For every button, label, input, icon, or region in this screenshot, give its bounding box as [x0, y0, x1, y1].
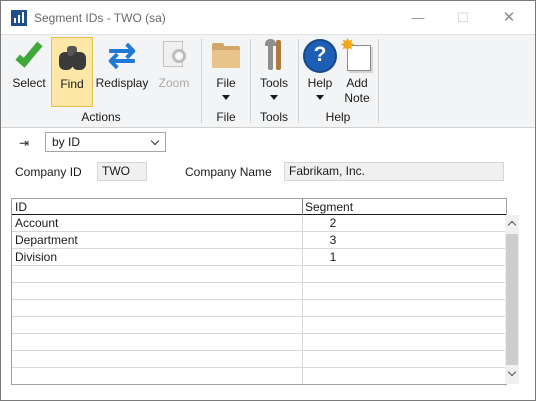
cell-id: Account [15, 216, 59, 230]
tools-label: Tools [259, 76, 288, 90]
chevron-down-icon [150, 136, 160, 146]
add-note-button[interactable]: ✸ Add Note [339, 35, 375, 107]
group-separator [250, 39, 251, 123]
table-row-empty[interactable] [12, 317, 505, 334]
file-label: File [216, 76, 236, 90]
column-header-id[interactable]: ID [15, 200, 27, 214]
refresh-icon: ⇄ [107, 37, 137, 75]
file-menu-button[interactable]: File [207, 37, 245, 107]
table-row[interactable]: Account 2 [12, 215, 505, 232]
redisplay-label: Redisplay [95, 76, 149, 90]
title-bar: Segment IDs - TWO (sa) — ☐ ✕ [1, 1, 535, 34]
chevron-down-icon [270, 95, 278, 100]
cell-id: Division [15, 250, 58, 264]
scroll-down-button[interactable] [505, 367, 519, 381]
chevron-up-icon [507, 220, 517, 230]
add-note-icon: ✸ [340, 35, 374, 73]
sort-by-dropdown[interactable]: by ID [45, 132, 166, 152]
group-label-file: File [216, 110, 236, 124]
redisplay-button[interactable]: ⇄ Redisplay [94, 37, 150, 107]
window-title: Segment IDs - TWO (sa) [34, 11, 166, 25]
select-button[interactable]: Select [7, 37, 51, 107]
group-separator [201, 39, 202, 123]
help-menu-button[interactable]: ? Help [301, 37, 339, 107]
group-separator [298, 39, 299, 123]
folder-icon [209, 39, 243, 73]
maximize-button[interactable]: ☐ [446, 7, 480, 29]
chevron-down-icon [507, 367, 517, 377]
table-row[interactable]: Department 3 [12, 232, 505, 249]
group-separator [378, 39, 379, 123]
cell-segment: 3 [329, 233, 337, 247]
zoom-label: Zoom [158, 76, 190, 90]
table-row[interactable]: Division 1 [12, 249, 505, 266]
pin-icon[interactable]: ⇥ [19, 136, 29, 150]
minimize-button[interactable]: — [401, 7, 435, 29]
table-row-empty[interactable] [12, 266, 505, 283]
group-label-actions: Actions [81, 110, 121, 124]
column-header-segment[interactable]: Segment [305, 200, 353, 214]
company-name-label: Company Name [185, 165, 272, 179]
chevron-down-icon [222, 95, 230, 100]
app-chart-icon [11, 10, 27, 26]
checkmark-icon [12, 38, 46, 73]
grid-scrollbar[interactable] [505, 215, 519, 384]
scroll-thumb[interactable] [506, 234, 518, 365]
cell-id: Department [15, 233, 78, 247]
zoom-icon [157, 39, 191, 73]
table-row-empty[interactable] [12, 334, 505, 351]
column-divider [302, 215, 303, 384]
zoom-button[interactable]: Zoom [153, 37, 195, 107]
ribbon: Select Find ⇄ Redisplay Zoom Actions Fil… [1, 34, 535, 128]
company-id-field: TWO [97, 162, 147, 181]
table-row-empty[interactable] [12, 300, 505, 317]
select-label: Select [12, 76, 46, 90]
group-label-tools: Tools [259, 110, 288, 124]
segment-ids-window: Segment IDs - TWO (sa) — ☐ ✕ Select Find… [0, 0, 536, 401]
scroll-up-button[interactable] [505, 217, 519, 231]
segment-grid: ID Segment Account 2 Department 3 Divisi… [11, 198, 519, 385]
group-label-help: Help [325, 110, 351, 124]
close-button[interactable]: ✕ [492, 7, 526, 29]
table-row-empty[interactable] [12, 351, 505, 368]
cell-segment: 2 [329, 216, 337, 230]
company-id-label: Company ID [15, 165, 82, 179]
help-icon: ? [303, 39, 337, 73]
grid-header: ID Segment [12, 199, 506, 215]
cell-segment: 1 [329, 250, 337, 264]
sort-by-value: by ID [52, 135, 81, 149]
help-label: Help [307, 76, 333, 90]
tools-icon [257, 39, 291, 73]
find-button[interactable]: Find [51, 37, 93, 107]
add-note-label: Add Note [344, 76, 370, 105]
find-label: Find [60, 77, 84, 91]
table-row-empty[interactable] [12, 368, 505, 385]
binoculars-icon [55, 40, 89, 74]
company-name-field: Fabrikam, Inc. [284, 162, 504, 181]
tools-menu-button[interactable]: Tools [254, 37, 294, 107]
chevron-down-icon [316, 95, 324, 100]
table-row-empty[interactable] [12, 283, 505, 300]
